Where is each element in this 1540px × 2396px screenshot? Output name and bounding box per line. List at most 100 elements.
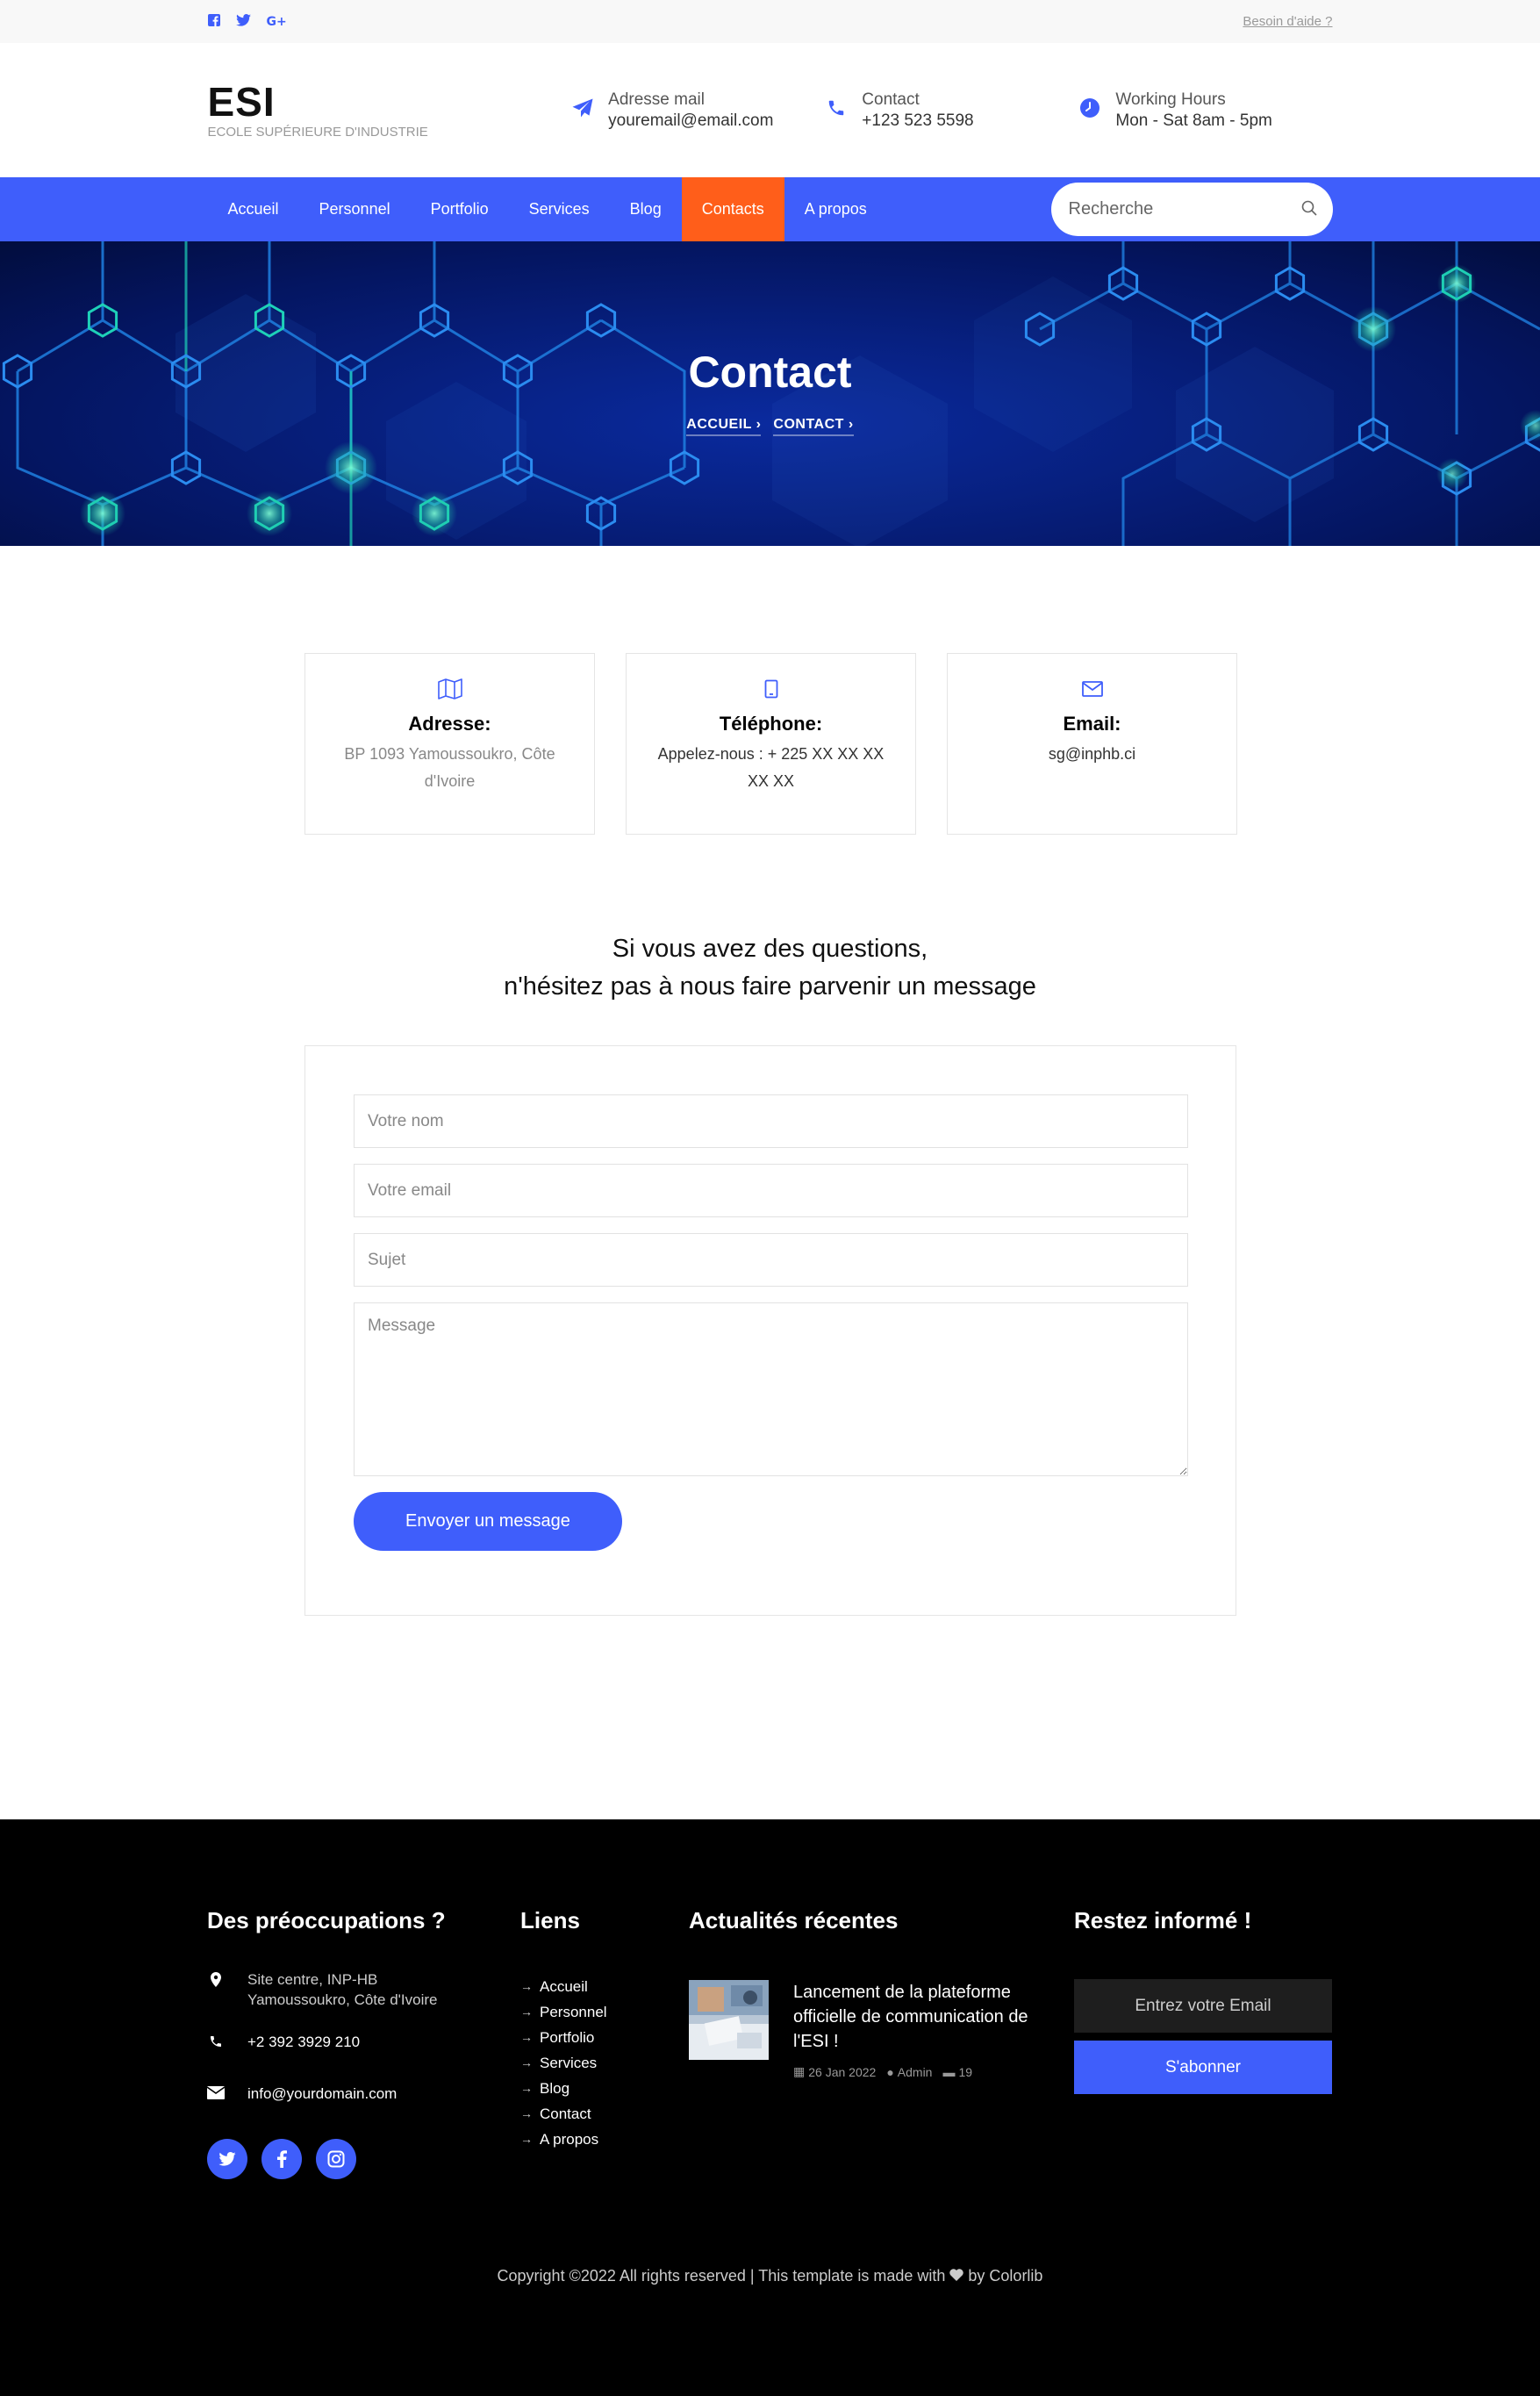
news-item[interactable]: Lancement de la plateforme officielle de… — [689, 1980, 1040, 2079]
header-email-info: Adresse mail youremail@email.com — [571, 90, 825, 132]
breadcrumb-current[interactable]: CONTACT › — [773, 417, 854, 436]
phone-card-text: Appelez-nous : + 225 XX XX XX XX XX — [657, 745, 885, 790]
brand[interactable]: ESI ECOLE SUPÉRIEURE D'INDUSTRIE — [208, 82, 572, 140]
email-field[interactable] — [354, 1164, 1188, 1217]
map-icon — [305, 676, 594, 702]
top-bar: G+ Besoin d'aide ? — [0, 0, 1540, 43]
form-heading-line2: n'hésitez pas à nous faire parvenir un m… — [504, 972, 1036, 1001]
email-label: Adresse mail — [608, 90, 705, 109]
email-card-title: Email: — [1063, 713, 1121, 735]
tablet-icon — [627, 676, 915, 702]
news-thumbnail[interactable] — [689, 1980, 769, 2060]
nav-item-contacts[interactable]: Contacts — [681, 177, 784, 241]
main-nav: Accueil Personnel Portfolio Services Blo… — [0, 177, 1540, 241]
contact-label: Contact — [862, 90, 920, 109]
contact-value: +123 523 5598 — [862, 111, 974, 130]
footer-link-contact[interactable]: → Contact — [520, 2101, 661, 2127]
breadcrumb-home[interactable]: ACCUEIL › — [686, 417, 762, 436]
footer-news-column: Actualités récentes Lancement de la plat… — [689, 1907, 1040, 2079]
paper-plane-icon — [571, 97, 594, 119]
footer-link-personnel[interactable]: → Personnel — [520, 1999, 661, 2025]
nav-item-services[interactable]: Services — [509, 177, 610, 241]
nav-items: Accueil Personnel Portfolio Services Blo… — [208, 177, 1051, 241]
nav-item-portfolio[interactable]: Portfolio — [411, 177, 509, 241]
phone-icon — [207, 2032, 225, 2048]
address-card-text: BP 1093 Yamoussoukro, Côte d'Ivoire — [344, 745, 555, 790]
email-value: youremail@email.com — [608, 111, 774, 130]
nav-item-personnel[interactable]: Personnel — [299, 177, 411, 241]
address-card: Adresse: BP 1093 Yamoussoukro, Côte d'Iv… — [304, 653, 595, 835]
google-plus-icon[interactable]: G+ — [267, 15, 287, 29]
footer-link-services[interactable]: → Services — [520, 2050, 661, 2076]
subscribe-button[interactable]: S'abonner — [1074, 2041, 1332, 2094]
footer-links-title: Liens — [520, 1907, 580, 1933]
news-meta: ▦ 26 Jan 2022 ● Admin ▬ 19 — [793, 2064, 1030, 2079]
footer-links-column: Liens → Accueil → Personnel → Portfolio → Se… — [520, 1907, 661, 2152]
help-link[interactable]: Besoin d'aide ? — [1243, 14, 1332, 29]
contact-info-cards: Adresse: BP 1093 Yamoussoukro, Côte d'Iv… — [304, 653, 1237, 835]
footer-email: info@yourdomain.com — [207, 2084, 497, 2104]
footer-link-blog[interactable]: → Blog — [520, 2076, 661, 2101]
news-date: ▦ 26 Jan 2022 — [793, 2064, 877, 2079]
nav-item-blog[interactable]: Blog — [610, 177, 682, 241]
page-hero: Contact ACCUEIL › CONTACT › — [0, 241, 1540, 546]
header-hours-info: Working Hours Mon - Sat 8am - 5pm — [1078, 90, 1332, 132]
clock-icon — [1078, 97, 1101, 119]
page-title: Contact — [688, 348, 852, 397]
footer-link-a-propos[interactable]: → A propos — [520, 2127, 661, 2152]
user-icon: ● — [886, 2064, 894, 2079]
nav-item-a-propos[interactable]: A propos — [784, 177, 887, 241]
breadcrumb: ACCUEIL › CONTACT › — [0, 417, 1540, 436]
arrow-right-icon: → — [520, 2055, 533, 2070]
subject-field[interactable] — [354, 1233, 1188, 1287]
footer-link-portfolio[interactable]: → Portfolio — [520, 2025, 661, 2050]
instagram-icon[interactable] — [316, 2139, 356, 2179]
footer-newsletter-column: Restez informé ! S'abonner — [1074, 1907, 1337, 2094]
arrow-right-icon: → — [520, 2081, 533, 2095]
newsletter-email-input[interactable] — [1074, 1979, 1332, 2033]
news-author[interactable]: ● Admin — [886, 2064, 932, 2079]
arrow-right-icon: → — [520, 2005, 533, 2019]
contact-form: Envoyer un message — [304, 1045, 1236, 1616]
copyright-credit[interactable]: by Colorlib — [968, 2267, 1042, 2285]
brand-name: ESI — [207, 78, 276, 125]
arrow-right-icon: → — [520, 2106, 533, 2120]
calendar-icon: ▦ — [793, 2064, 806, 2078]
footer-address-text: Site centre, INP-HB Yamoussoukro, Côte d… — [247, 1971, 438, 2008]
comment-icon: ▬ — [942, 2064, 956, 2079]
twitter-icon[interactable] — [235, 13, 251, 30]
footer-links-list: → Accueil → Personnel → Portfolio → Services… — [520, 1974, 661, 2152]
arrow-right-icon: → — [520, 1979, 533, 1993]
news-title[interactable]: Lancement de la plateforme officielle de… — [793, 1980, 1030, 2054]
footer-phone-text[interactable]: +2 392 3929 210 — [247, 2032, 360, 2052]
footer-link-accueil[interactable]: → Accueil — [520, 1974, 661, 1999]
hours-value: Mon - Sat 8am - 5pm — [1115, 111, 1272, 130]
footer-contact-column: Des préoccupations ? Site centre, INP-HB… — [207, 1907, 497, 2179]
footer-phone: +2 392 3929 210 — [207, 2032, 497, 2052]
arrow-right-icon: → — [520, 2132, 533, 2146]
twitter-icon[interactable] — [207, 2139, 247, 2179]
send-message-button[interactable]: Envoyer un message — [354, 1492, 622, 1551]
copyright: Copyright ©2022 All rights reserved | Th… — [0, 2267, 1540, 2285]
footer-email-text[interactable]: info@yourdomain.com — [247, 2084, 397, 2104]
search-input[interactable] — [1068, 199, 1301, 219]
nav-item-accueil[interactable]: Accueil — [208, 177, 299, 241]
footer: Des préoccupations ? Site centre, INP-HB… — [0, 1819, 1540, 2396]
map-marker-icon — [207, 1969, 225, 1987]
address-card-title: Adresse: — [408, 713, 491, 735]
arrow-right-icon: → — [520, 2030, 533, 2044]
copyright-text: Copyright ©2022 All rights reserved | Th… — [497, 2267, 946, 2285]
name-field[interactable] — [354, 1094, 1188, 1148]
phone-card-title: Téléphone: — [719, 713, 823, 735]
news-comments[interactable]: ▬ 19 — [942, 2064, 972, 2079]
message-field[interactable] — [354, 1302, 1188, 1476]
facebook-icon[interactable] — [261, 2139, 302, 2179]
envelope-icon — [948, 676, 1236, 702]
email-card-text[interactable]: sg@inphb.ci — [948, 741, 1236, 768]
hours-label: Working Hours — [1115, 90, 1226, 109]
search-icon[interactable] — [1301, 200, 1317, 219]
form-heading-line1: Si vous avez des questions, — [612, 935, 928, 963]
phone-icon — [825, 97, 848, 119]
facebook-icon[interactable] — [207, 13, 220, 30]
header-contact-info: Contact +123 523 5598 — [825, 90, 1078, 132]
